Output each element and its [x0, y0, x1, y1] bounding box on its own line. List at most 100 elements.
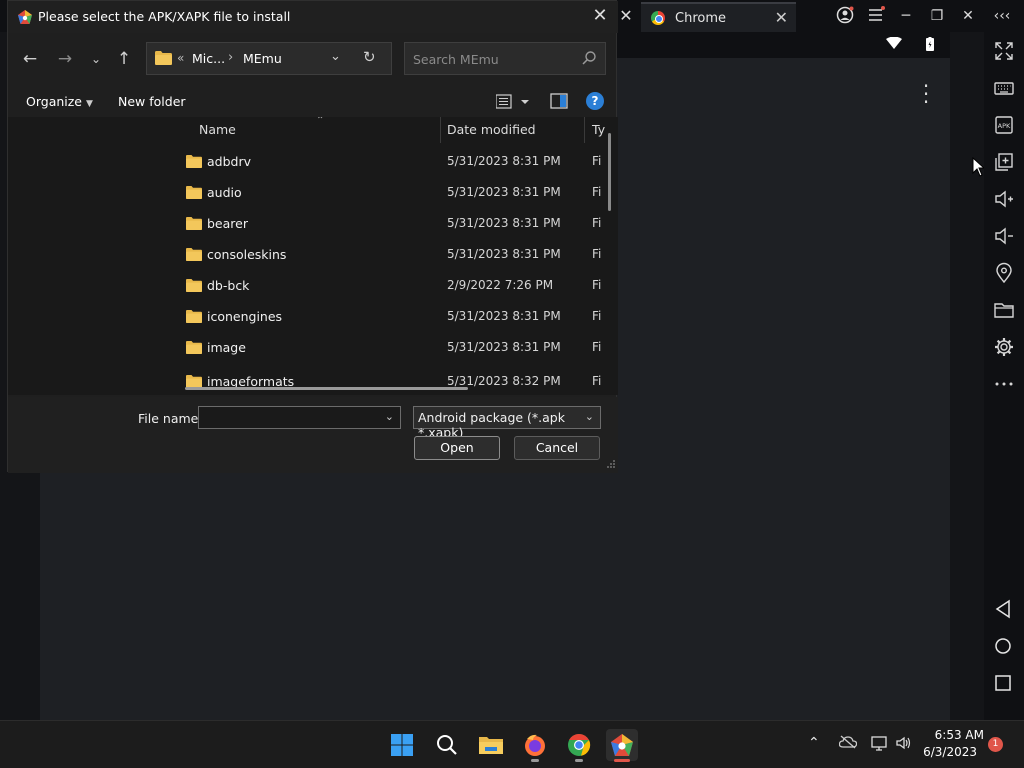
organize-label: Organize: [26, 94, 82, 109]
menu-icon[interactable]: [864, 6, 888, 26]
search-input[interactable]: [411, 49, 576, 69]
memu-icon: [611, 734, 633, 756]
fullscreen-icon[interactable]: [991, 38, 1017, 64]
svg-text:APK: APK: [998, 122, 1011, 130]
help-icon[interactable]: ?: [586, 92, 604, 110]
table-row[interactable]: audio 5/31/2023 8:31 PM Fi: [168, 178, 608, 209]
table-row[interactable]: db-bck 2/9/2022 7:26 PM Fi: [168, 271, 608, 302]
tab-close-icon[interactable]: ✕: [617, 6, 635, 26]
overflow-menu-icon[interactable]: · · ·: [918, 76, 934, 112]
more-icon[interactable]: [991, 371, 1017, 397]
breadcrumb-current[interactable]: MEmu: [243, 51, 282, 66]
network-icon[interactable]: [871, 735, 889, 755]
table-row[interactable]: adbdrv 5/31/2023 8:31 PM Fi: [168, 147, 608, 178]
mouse-cursor-icon: [972, 157, 984, 177]
up-arrow-icon[interactable]: ↑: [112, 47, 136, 71]
table-row[interactable]: image 5/31/2023 8:31 PM Fi: [168, 333, 608, 364]
recent-locations-chevron-icon[interactable]: ⌄: [84, 47, 108, 71]
chevron-down-icon: ▼: [86, 99, 93, 109]
file-type-select[interactable]: Android package (*.apk *.xapk) ⌄: [413, 406, 601, 440]
show-hidden-icons-icon[interactable]: ⌃: [808, 735, 820, 751]
change-view-button[interactable]: [495, 92, 536, 112]
open-button[interactable]: Open: [414, 436, 500, 460]
forward-arrow-icon[interactable]: →: [53, 47, 77, 71]
volume-icon[interactable]: [895, 735, 913, 755]
shared-folder-icon[interactable]: [991, 297, 1017, 323]
file-name: image: [207, 340, 246, 355]
file-type: Fi: [592, 374, 602, 388]
settings-gear-icon[interactable]: [991, 334, 1017, 360]
search-icon: [437, 735, 457, 755]
location-icon[interactable]: [991, 260, 1017, 286]
table-row[interactable]: bearer 5/31/2023 8:31 PM Fi: [168, 209, 608, 240]
clock-time[interactable]: 6:53 AM: [920, 728, 984, 742]
file-name-combobox[interactable]: ⌄: [198, 406, 401, 429]
running-indicator: [575, 759, 583, 762]
table-row[interactable]: consoleskins 5/31/2023 8:31 PM Fi: [168, 240, 608, 271]
vertical-scrollbar[interactable]: [608, 133, 611, 211]
firefox-button[interactable]: [519, 729, 551, 761]
start-button[interactable]: [386, 729, 418, 761]
table-row[interactable]: imageformats 5/31/2023 8:32 PM Fi: [168, 367, 608, 395]
folder-icon: [186, 279, 202, 292]
apk-install-icon[interactable]: APK: [991, 112, 1017, 138]
window-close-icon[interactable]: ✕: [956, 6, 980, 26]
file-date: 5/31/2023 8:31 PM: [447, 185, 561, 199]
folder-icon: [186, 310, 202, 323]
volume-up-icon[interactable]: [991, 186, 1017, 212]
folder-icon: [186, 155, 202, 168]
chevron-down-icon: ⌄: [584, 410, 594, 423]
breadcrumb-parent[interactable]: Mic...: [192, 51, 225, 66]
android-back-icon[interactable]: [992, 598, 1014, 620]
android-recents-icon[interactable]: [992, 672, 1014, 694]
file-explorer-button[interactable]: [475, 729, 507, 761]
table-row[interactable]: iconengines 5/31/2023 8:31 PM Fi: [168, 302, 608, 333]
volume-down-icon[interactable]: [991, 223, 1017, 249]
taskbar: ⌃ 6:53 AM 6/3/2023 1: [0, 720, 1024, 768]
file-date: 5/31/2023 8:31 PM: [447, 216, 561, 230]
column-header-name[interactable]: Name: [199, 122, 236, 137]
onedrive-offline-icon[interactable]: [838, 735, 858, 753]
close-icon[interactable]: ✕: [775, 8, 788, 27]
file-explorer-icon: [479, 737, 503, 754]
cancel-button[interactable]: Cancel: [514, 436, 600, 460]
column-divider[interactable]: [440, 117, 441, 143]
preview-pane-icon[interactable]: [550, 92, 568, 110]
tab-chrome[interactable]: Chrome ✕: [641, 2, 796, 32]
breadcrumb-overflow[interactable]: «: [177, 51, 184, 65]
taskbar-search-button[interactable]: [431, 729, 463, 761]
dialog-close-icon[interactable]: ✕: [588, 5, 612, 27]
new-folder-button[interactable]: New folder: [118, 94, 186, 109]
chrome-button[interactable]: [563, 729, 595, 761]
column-header-type[interactable]: Ty: [592, 122, 605, 137]
organize-button[interactable]: Organize ▼: [26, 94, 93, 109]
firefox-icon: [525, 734, 545, 756]
account-icon[interactable]: [833, 6, 857, 26]
horizontal-scrollbar[interactable]: [185, 387, 468, 390]
search-box[interactable]: [404, 42, 606, 75]
minimize-icon[interactable]: ─: [894, 6, 918, 26]
navigation-pane[interactable]: [8, 117, 168, 395]
collapse-toolbar-icon[interactable]: ‹‹‹: [990, 6, 1014, 26]
column-header-date-modified[interactable]: Date modified: [447, 122, 536, 137]
back-arrow-icon[interactable]: ←: [18, 47, 42, 71]
chevron-down-icon[interactable]: ⌄: [385, 410, 394, 423]
clock-date[interactable]: 6/3/2023: [920, 745, 977, 759]
file-type: Fi: [592, 216, 602, 230]
search-icon[interactable]: [581, 50, 597, 66]
resize-grip-icon[interactable]: [606, 459, 616, 469]
multi-instance-icon[interactable]: [991, 149, 1017, 175]
column-divider[interactable]: [584, 117, 585, 143]
refresh-icon[interactable]: ↻: [363, 48, 376, 66]
breadcrumb-separator[interactable]: ›: [228, 50, 233, 65]
memu-button[interactable]: [606, 729, 638, 761]
restore-icon[interactable]: ❐: [925, 6, 949, 26]
keyboard-icon[interactable]: [991, 75, 1017, 101]
file-name-input[interactable]: [203, 409, 381, 426]
notification-badge[interactable]: 1: [988, 737, 1003, 752]
android-home-icon[interactable]: [992, 635, 1014, 657]
address-dropdown-icon[interactable]: ⌄: [330, 49, 341, 64]
dialog-title-bar[interactable]: Please select the APK/XAPK file to insta…: [8, 1, 618, 33]
file-type: Fi: [592, 154, 602, 168]
address-bar[interactable]: « Mic... › MEmu ⌄ ↻: [146, 42, 392, 75]
